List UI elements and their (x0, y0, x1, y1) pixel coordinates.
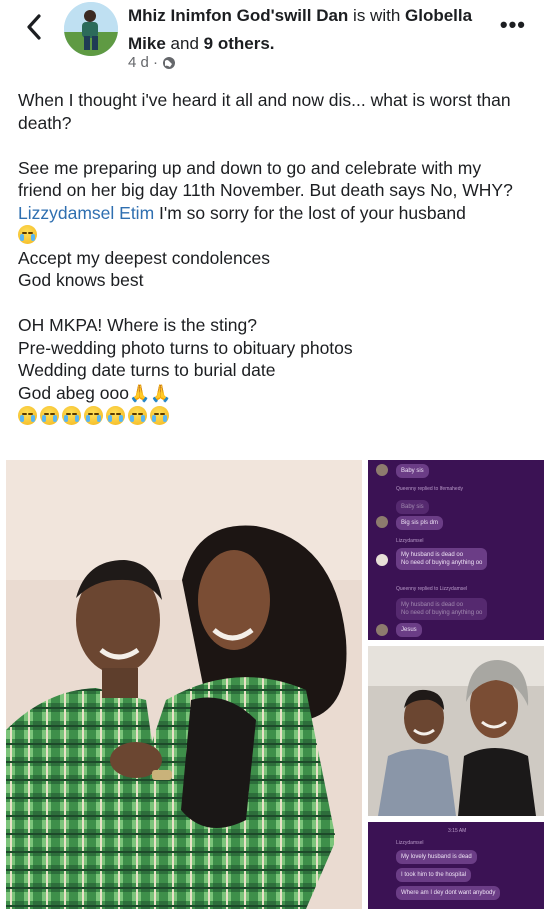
chat-bubble: Where am I dey dont want anybody (396, 886, 501, 900)
mention-link[interactable]: Lizzydamsel Etim (18, 203, 154, 223)
with-text: is with (353, 6, 401, 25)
chat-bubble: My husband is dead oo No need of buying a… (396, 548, 488, 570)
more-options-button[interactable]: ••• (500, 12, 526, 38)
post-author-line: Mhiz Inimfon God'swill Dan is with Globe… (128, 2, 488, 58)
avatar (376, 516, 388, 528)
avatar (376, 464, 388, 476)
more-horizontal-icon: ••• (499, 12, 526, 37)
chat-line: No need of buying anything oo (401, 560, 483, 566)
emoji-line (18, 224, 528, 247)
and-text: and (170, 34, 199, 53)
post-meta: 4 d · (128, 54, 176, 71)
chat-bubble: My lovely husband is dead (396, 850, 477, 864)
avatar (376, 554, 388, 566)
avatar (376, 624, 388, 636)
text-line: Pre-wedding photo turns to obituary phot… (18, 337, 353, 358)
text-line: God knows best (18, 270, 144, 290)
crying-face-emoji (18, 406, 37, 425)
chat-line: My husband is dead oo (401, 602, 464, 608)
couple-photo[interactable] (6, 460, 362, 909)
globe-icon (163, 56, 176, 69)
chat-system-text: Queenny replied to Lizzydamsel (396, 586, 468, 592)
chat-bubble: Jesus (396, 623, 422, 637)
post-time[interactable]: 4 d · (128, 54, 158, 71)
crying-face-emoji (18, 225, 37, 244)
chat-line: No need of buying anything oo (401, 610, 483, 616)
crying-face-emoji (62, 406, 81, 425)
text-line: See me preparing up and down to go and c… (18, 157, 513, 201)
crying-face-emoji (84, 406, 103, 425)
selfie-photo[interactable] (368, 646, 544, 816)
text-line: When I thought i've heard it all and now… (18, 90, 511, 133)
post-header: Mhiz Inimfon God'swill Dan is with Globe… (0, 0, 544, 86)
photo-grid: Baby sis Queenny replied to Ifemahedy Ba… (0, 460, 544, 909)
back-button[interactable] (20, 10, 48, 44)
crying-face-emoji (106, 406, 125, 425)
folded-hands-emoji: 🙏🙏 (128, 383, 172, 403)
author-name[interactable]: Mhiz Inimfon God'swill Dan (128, 6, 348, 25)
crying-face-emoji (150, 406, 169, 425)
chat-bubble: Baby sis (396, 500, 429, 514)
chat-bubble: Big sis pls dm (396, 516, 444, 530)
chat-system-text: Lizzydamsel (396, 840, 424, 846)
chat-bubble: Baby sis (396, 464, 429, 478)
chat-system-text: Lizzydamsel (396, 538, 424, 544)
chat-system-text: Queenny replied to Ifemahedy (396, 486, 463, 492)
chat-screenshot-1[interactable]: Baby sis Queenny replied to Ifemahedy Ba… (368, 460, 544, 640)
text-line: Accept my deepest condolences (18, 247, 270, 268)
chat-time: 3:15 AM (448, 828, 467, 834)
text-line: God abeg ooo🙏🙏 (18, 382, 528, 406)
others-link[interactable]: 9 others. (204, 34, 275, 53)
emoji-row (18, 405, 528, 428)
avatar[interactable] (64, 2, 118, 56)
text-line: Wedding date turns to burial date (18, 360, 276, 380)
mention-rest: I'm so sorry for the lost of your husban… (154, 202, 466, 223)
text-line: Lizzydamsel Etim I'm so sorry for the lo… (18, 202, 528, 225)
chat-line: My husband is dead oo (401, 552, 464, 558)
crying-face-emoji (128, 406, 147, 425)
chat-bubble: My husband is dead oo No need of buying a… (396, 598, 488, 620)
chat-screenshot-2[interactable]: 3:15 AM Lizzydamsel My lovely husband is… (368, 822, 544, 909)
text-line: OH MKPA! Where is the sting? (18, 315, 257, 335)
post-text: When I thought i've heard it all and now… (18, 89, 528, 428)
crying-face-emoji (40, 406, 59, 425)
chevron-left-icon (27, 14, 41, 40)
text-segment: God abeg ooo (18, 382, 129, 403)
chat-bubble: I took him to the hospital (396, 868, 472, 882)
